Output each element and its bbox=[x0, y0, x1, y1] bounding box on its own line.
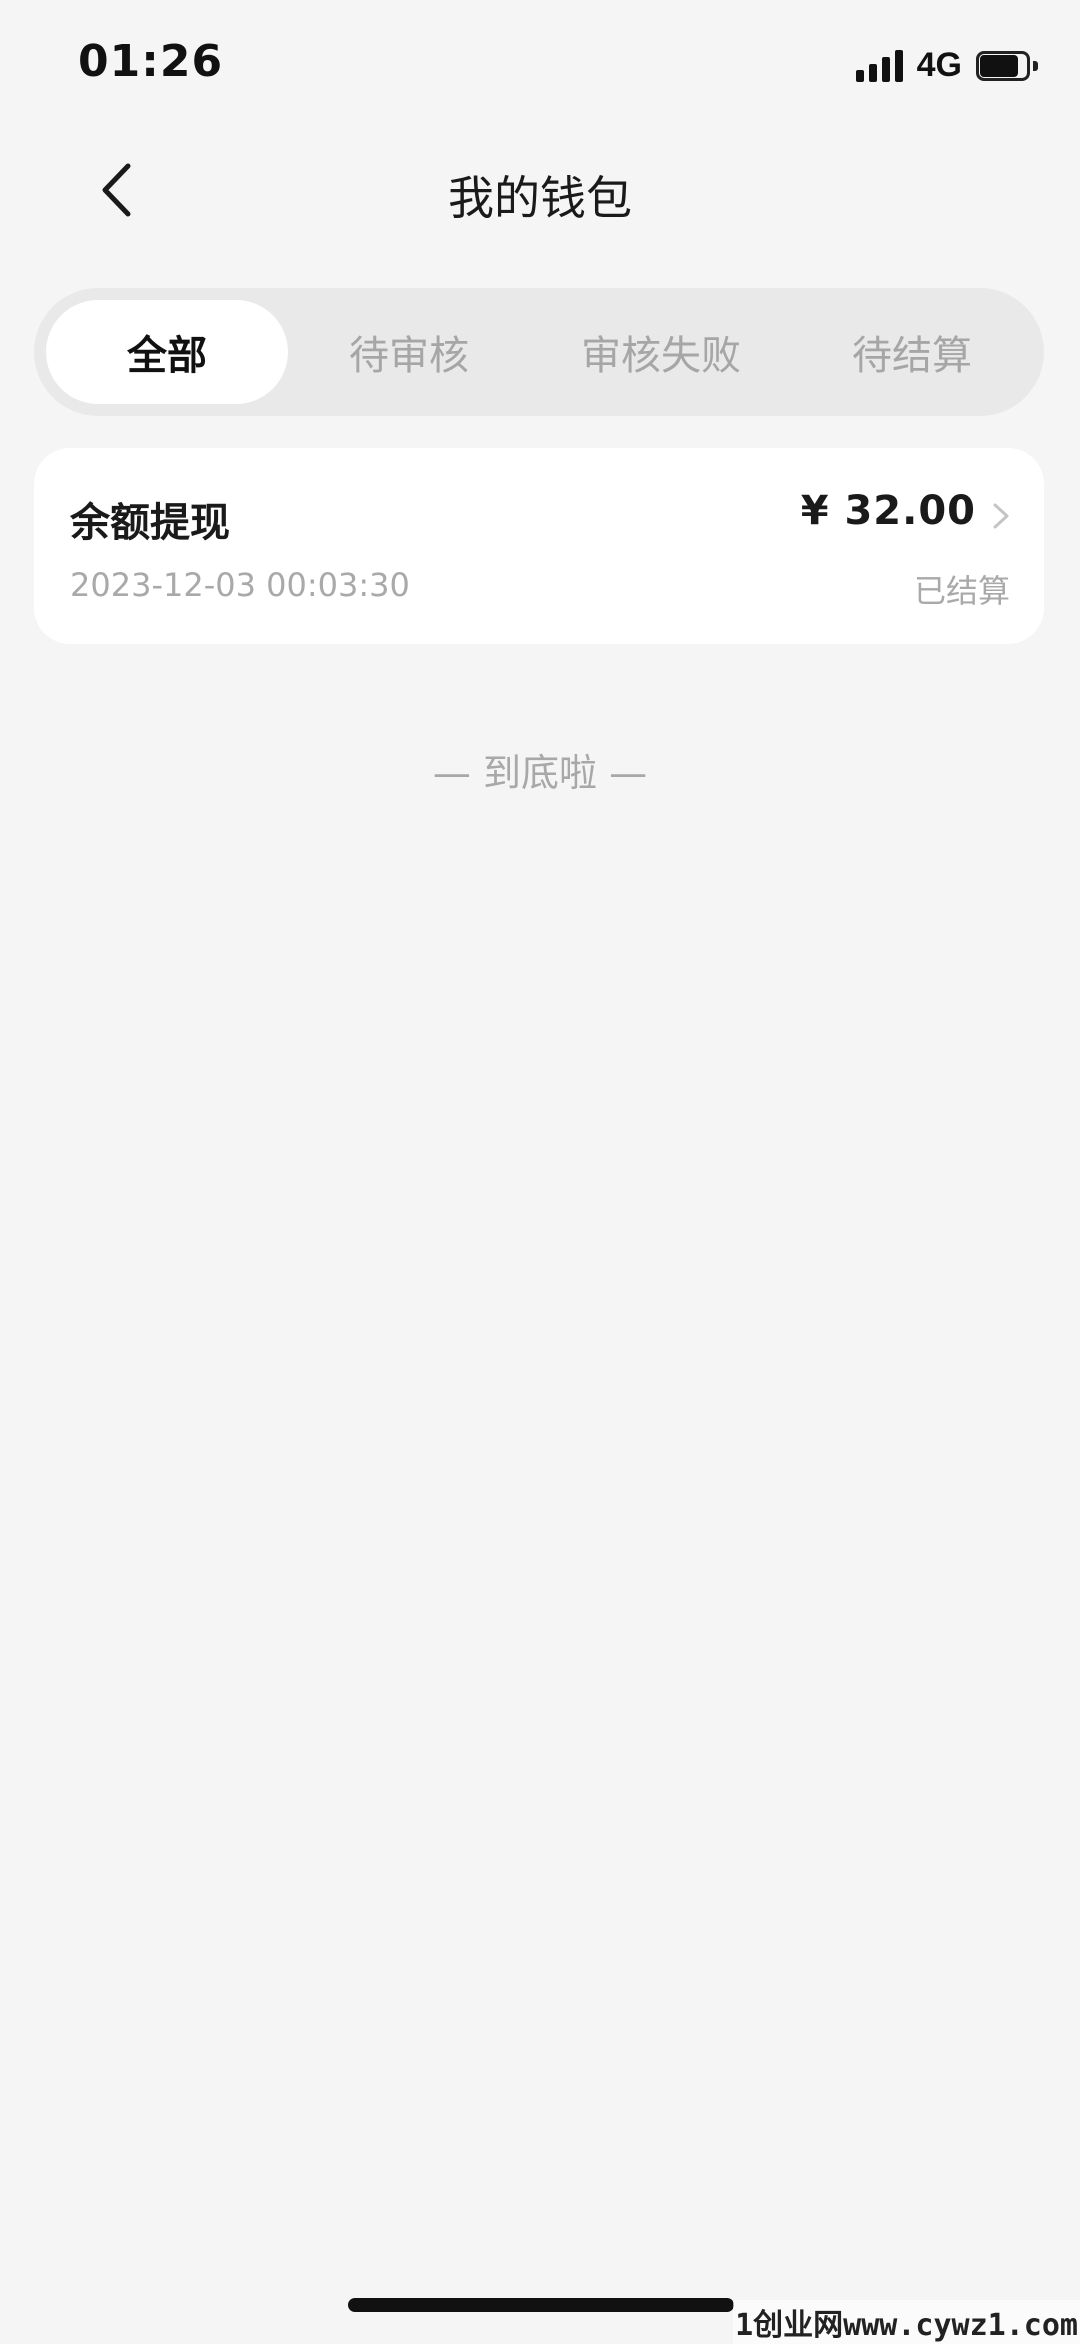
chevron-right-icon bbox=[993, 503, 1009, 529]
filter-tabs: 全部 待审核 审核失败 待结算 bbox=[34, 288, 1044, 416]
record-status: 已结算 bbox=[913, 572, 1010, 610]
tab-review-failed[interactable]: 审核失败 bbox=[530, 300, 792, 404]
watermark: 1创业网www.cywz1.com bbox=[733, 2300, 1080, 2344]
nav-bar: 我的钱包 bbox=[0, 140, 1080, 240]
record-title: 余额提现 bbox=[70, 500, 230, 546]
network-label: 4G bbox=[916, 46, 962, 84]
tab-pending-review[interactable]: 待审核 bbox=[288, 300, 530, 404]
tab-all[interactable]: 全部 bbox=[46, 300, 288, 404]
status-bar: 01:26 4G bbox=[0, 0, 1080, 120]
home-indicator bbox=[348, 2298, 734, 2312]
tab-label: 全部 bbox=[127, 333, 207, 379]
battery-icon bbox=[976, 50, 1038, 81]
tab-label: 待结算 bbox=[852, 333, 972, 379]
signal-bars-icon bbox=[855, 49, 903, 82]
tab-label: 待审核 bbox=[349, 333, 469, 379]
page-title: 我的钱包 bbox=[448, 171, 632, 225]
status-indicators: 4G bbox=[855, 46, 1038, 85]
record-amount: ¥ 32.00 bbox=[800, 488, 976, 534]
tab-label: 审核失败 bbox=[581, 333, 741, 379]
tab-pending-settlement[interactable]: 待结算 bbox=[792, 300, 1032, 404]
record-time: 2023-12-03 00:03:30 bbox=[70, 566, 410, 604]
end-of-list-text: — 到底啦 — bbox=[432, 751, 648, 795]
status-time: 01:26 bbox=[78, 36, 224, 87]
record-card[interactable]: 余额提现 ¥ 32.00 2023-12-03 00:03:30 已结算 bbox=[34, 448, 1044, 644]
